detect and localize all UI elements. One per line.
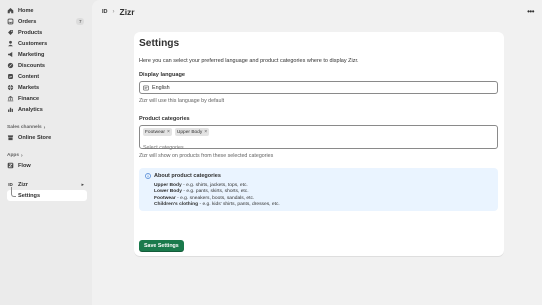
category-tag: Footwear ×	[143, 128, 172, 136]
sidebar: Home Orders 7 Products Customers Marketi…	[0, 0, 92, 305]
sidebar-item-content[interactable]: Content	[0, 71, 92, 82]
sidebar-item-marketing[interactable]: Marketing	[0, 49, 92, 60]
sidebar-item-customers[interactable]: Customers	[0, 38, 92, 49]
sidebar-item-discounts[interactable]: Discounts	[0, 60, 92, 71]
finance-icon	[7, 95, 14, 102]
display-language-value: English	[152, 84, 170, 91]
sidebar-item-label: Finance	[18, 95, 40, 102]
app-logo: ID	[102, 9, 108, 15]
sidebar-item-label: Analytics	[18, 106, 43, 113]
customers-icon	[7, 40, 14, 47]
remove-tag-icon[interactable]: ×	[167, 129, 170, 135]
sidebar-item-settings[interactable]: Settings	[7, 187, 87, 201]
sidebar-item-label: Orders	[18, 18, 37, 25]
categories-search-input[interactable]	[143, 145, 343, 151]
sidebar-item-label: Home	[18, 7, 34, 14]
sidebar-item-home[interactable]: Home	[0, 5, 92, 16]
products-icon	[7, 29, 14, 36]
more-actions-icon[interactable]: •••	[527, 7, 534, 16]
tag-label: Upper Body	[176, 129, 203, 135]
info-title-text: About product categories	[154, 173, 221, 179]
sidebar-item-label: Products	[18, 29, 43, 36]
sidebar-item-label: Marketing	[18, 51, 45, 58]
display-language-help: Zizr will use this language by default	[139, 98, 225, 104]
info-list: Upper Body - e.g. shirts, jackets, tops,…	[154, 183, 492, 208]
sidebar-item-label: Content	[18, 73, 40, 80]
sales-channels-section[interactable]: Sales channels ›	[0, 123, 92, 132]
info-term: Lower Body	[154, 189, 182, 195]
remove-tag-icon[interactable]: ×	[204, 129, 207, 135]
sidebar-item-analytics[interactable]: Analytics	[0, 104, 92, 115]
breadcrumb-separator: ›	[112, 9, 115, 15]
page-title: Settings	[139, 38, 180, 49]
product-categories-field[interactable]: Footwear × Upper Body ×	[139, 125, 498, 151]
display-language-select[interactable]: English	[139, 81, 498, 94]
main-content: ID › Zizr ••• Settings Here you can sele…	[92, 0, 542, 305]
settings-card: Settings Here you can select your prefer…	[134, 32, 504, 256]
sidebar-item-orders[interactable]: Orders 7	[0, 16, 92, 27]
discounts-icon	[7, 62, 14, 69]
store-icon	[7, 134, 14, 141]
sidebar-item-label: Customers	[18, 40, 48, 47]
language-icon	[143, 85, 149, 91]
info-item: Children's clothing - e.g. kids' shirts,…	[154, 202, 492, 208]
orders-icon	[7, 18, 14, 25]
info-desc: - e.g. pants, skirts, shorts, etc.	[182, 189, 249, 195]
sidebar-item-label: Zizr	[18, 181, 28, 188]
sidebar-item-finance[interactable]: Finance	[0, 93, 92, 104]
sidebar-item-flow[interactable]: Flow	[0, 160, 92, 171]
selected-tags: Footwear × Upper Body ×	[143, 128, 494, 136]
info-desc: - e.g. shirts, jackets, tops, etc.	[181, 183, 248, 188]
settings-intro: Here you can select your preferred langu…	[139, 58, 359, 64]
sidebar-item-products[interactable]: Products	[0, 27, 92, 38]
info-desc: - e.g. sneakers, boots, sandals, etc.	[175, 195, 255, 201]
markets-icon	[7, 84, 14, 91]
product-categories-label: Product categories	[139, 116, 190, 122]
marketing-icon	[7, 51, 14, 58]
sidebar-item-markets[interactable]: Markets	[0, 82, 92, 93]
info-term: Children's clothing	[154, 201, 199, 207]
app-title-bar: ID › Zizr	[92, 0, 542, 24]
chevron-right-icon: ›	[21, 152, 23, 159]
sidebar-item-label: Discounts	[18, 62, 46, 69]
tag-label: Footwear	[145, 129, 165, 135]
info-icon	[145, 173, 151, 179]
info-term: Upper Body	[154, 183, 182, 188]
analytics-icon	[7, 106, 14, 113]
info-banner: About product categories Upper Body - e.…	[139, 168, 498, 211]
content-icon	[7, 73, 14, 80]
sales-channels-label: Sales channels	[7, 125, 42, 130]
apps-section[interactable]: Apps ›	[0, 151, 92, 160]
app-title: Zizr	[119, 7, 135, 17]
home-icon	[7, 7, 14, 14]
orders-count-badge: 7	[76, 17, 84, 25]
chevron-right-icon: ›	[43, 124, 46, 131]
sidebar-item-label: Online Store	[18, 134, 52, 141]
flow-icon	[7, 162, 14, 169]
sidebar-item-label: Flow	[18, 162, 31, 169]
sidebar-item-label: Markets	[18, 84, 40, 91]
display-language-label: Display language	[139, 72, 186, 78]
sidebar-item-online-store[interactable]: Online Store	[0, 132, 92, 143]
info-banner-title: About product categories	[145, 173, 492, 179]
pin-icon[interactable]: ▸	[81, 182, 84, 188]
apps-label: Apps	[7, 153, 19, 158]
info-term: Footwear	[154, 195, 176, 201]
sidebar-item-label: Settings	[18, 192, 41, 199]
save-settings-button[interactable]: Save Settings	[139, 240, 184, 252]
info-desc: - e.g. kids' shirts, pants, dresses, etc…	[198, 201, 280, 207]
category-tag: Upper Body ×	[174, 128, 210, 136]
